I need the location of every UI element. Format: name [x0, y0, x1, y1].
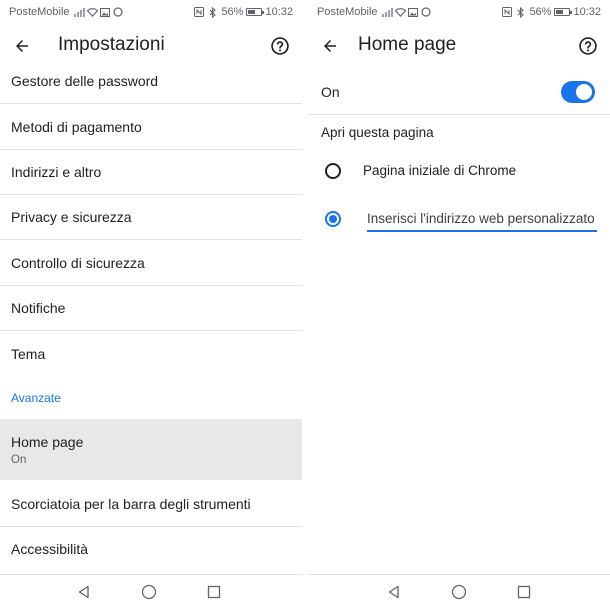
settings-item-label: Notifiche	[11, 300, 66, 316]
battery-icon	[246, 8, 265, 16]
custom-url-input[interactable]	[367, 206, 597, 232]
help-circle-icon	[271, 37, 289, 55]
battery-percent: 56%	[529, 6, 552, 18]
nav-recents-button[interactable]	[516, 584, 532, 600]
settings-item-addresses[interactable]: Indirizzi e altro	[0, 150, 302, 194]
radio-custom-address[interactable]	[325, 211, 341, 227]
settings-item-accessibility[interactable]: Accessibilità	[0, 527, 302, 571]
carrier-label: PosteMobile	[9, 6, 70, 18]
nav-home-button[interactable]	[451, 584, 467, 600]
home-page-switch[interactable]	[561, 81, 595, 103]
open-page-group-label: Apri questa pagina	[321, 125, 434, 140]
bluetooth-icon	[207, 6, 218, 18]
arrow-back-icon	[324, 40, 336, 52]
settings-item-label: Gestore delle password	[11, 73, 159, 89]
settings-item-privacy[interactable]: Privacy e sicurezza	[0, 195, 302, 239]
whatsapp-icon	[113, 7, 124, 18]
settings-item-notifications[interactable]: Notifiche	[0, 286, 302, 330]
help-button[interactable]	[576, 34, 600, 58]
whatsapp-icon	[421, 7, 432, 18]
wifi-icon	[394, 7, 406, 18]
nfc-icon	[501, 7, 512, 18]
settings-item-sublabel: On	[11, 453, 27, 466]
nfc-icon	[193, 7, 204, 18]
page-title: Home page	[358, 34, 457, 55]
wifi-icon	[86, 7, 98, 18]
signal-icon	[381, 7, 393, 18]
settings-item-label: Indirizzi e altro	[11, 164, 102, 180]
arrow-back-icon	[16, 40, 28, 52]
image-icon	[408, 7, 419, 18]
square-recents-icon	[207, 585, 221, 599]
help-button[interactable]	[268, 34, 292, 58]
settings-screen: PosteMobile 56% 10:32 Impostazioni Gesto…	[0, 0, 302, 610]
settings-item-payment-methods[interactable]: Metodi di pagamento	[0, 104, 302, 149]
navigation-bar	[308, 574, 610, 610]
app-bar: Impostazioni	[0, 26, 302, 66]
nav-back-button[interactable]	[386, 584, 402, 600]
settings-item-home-page[interactable]: Home page On	[0, 419, 302, 480]
option-chrome-label: Pagina iniziale di Chrome	[363, 163, 517, 178]
clock: 10:32	[265, 6, 293, 18]
settings-item-theme[interactable]: Tema	[0, 331, 302, 376]
bluetooth-icon	[515, 6, 526, 18]
image-icon	[100, 7, 111, 18]
status-bar: PosteMobile 56% 10:32	[0, 0, 302, 24]
triangle-back-icon	[78, 585, 89, 599]
triangle-back-icon	[388, 585, 399, 599]
option-chrome-start-page[interactable]: Pagina iniziale di Chrome	[308, 154, 610, 190]
app-bar: Home page	[308, 26, 610, 66]
toggle-label: On	[321, 84, 340, 100]
navigation-bar	[0, 574, 302, 610]
settings-item-label: Accessibilità	[11, 541, 89, 557]
settings-item-toolbar-shortcut[interactable]: Scorciatoia per la barra degli strumenti	[0, 481, 302, 526]
status-bar: PosteMobile 56% 10:32	[308, 0, 610, 24]
circle-home-icon	[451, 584, 467, 600]
page-title: Impostazioni	[58, 34, 165, 55]
settings-item-label: Privacy e sicurezza	[11, 209, 132, 225]
settings-item-label: Scorciatoia per la barra degli strumenti	[11, 495, 251, 512]
battery-icon	[554, 8, 573, 16]
clock: 10:32	[573, 6, 601, 18]
radio-chrome-start-page[interactable]	[325, 163, 341, 179]
nav-home-button[interactable]	[141, 584, 157, 600]
home-page-toggle-row[interactable]: On	[308, 72, 610, 112]
square-recents-icon	[517, 585, 531, 599]
settings-item-label: Controllo di sicurezza	[11, 254, 145, 271]
switch-knob	[576, 84, 592, 100]
carrier-label: PosteMobile	[317, 6, 378, 18]
settings-item-label: Home page	[11, 433, 84, 450]
back-button[interactable]	[318, 34, 342, 58]
screenshot-root: PosteMobile 56% 10:32 Impostazioni Gesto…	[0, 0, 610, 610]
battery-percent: 56%	[221, 6, 244, 18]
option-custom-address[interactable]	[308, 202, 610, 238]
settings-item-safety-check[interactable]: Controllo di sicurezza	[0, 240, 302, 285]
home-page-screen: PosteMobile 56% 10:32 Home page On Apri …	[308, 0, 610, 610]
settings-item-password-manager[interactable]: Gestore delle password	[0, 66, 302, 96]
help-circle-icon	[579, 37, 597, 55]
nav-recents-button[interactable]	[206, 584, 222, 600]
section-header-advanced: Avanzate	[11, 391, 61, 405]
nav-back-button[interactable]	[76, 584, 92, 600]
divider	[308, 114, 610, 115]
settings-item-label: Tema	[11, 345, 46, 362]
back-button[interactable]	[10, 34, 34, 58]
settings-item-label: Metodi di pagamento	[11, 118, 142, 135]
circle-home-icon	[141, 584, 157, 600]
signal-icon	[73, 7, 85, 18]
